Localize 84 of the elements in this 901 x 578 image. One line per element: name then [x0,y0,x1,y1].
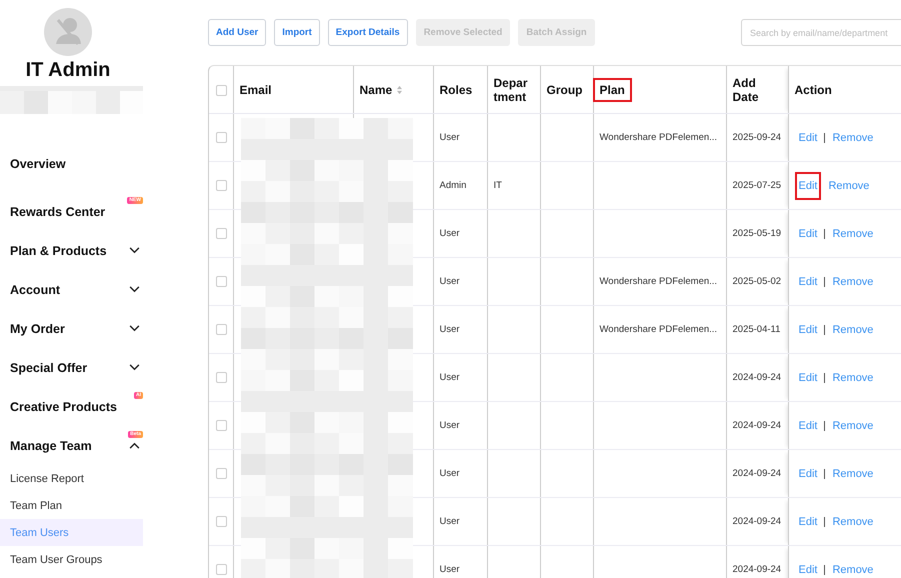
column-header: Roles [438,82,474,98]
toolbar-button[interactable]: Add User [208,19,266,46]
remove-link[interactable]: Remove [828,510,878,534]
sidebar-item[interactable]: Account [0,270,143,309]
remove-link[interactable]: Remove [828,126,878,150]
date-cell: 2024-09-24 [732,372,782,383]
select-all-checkbox[interactable] [216,84,227,96]
plan-cell: Wondershare PDFelemen... [600,276,718,287]
sidebar-subitem[interactable]: Team Users [0,519,143,546]
role-cell: User [440,132,460,143]
row-checkbox[interactable] [216,324,227,335]
row-checkbox[interactable] [216,228,227,239]
chevron-icon [129,286,140,293]
role-cell: User [440,564,460,575]
row-checkbox[interactable] [216,132,227,143]
department-cell: IT [494,180,502,191]
chevron-icon [129,247,140,254]
column-header: Name [352,78,410,102]
avatar-icon [44,8,92,56]
edit-link[interactable]: Edit [794,510,822,534]
role-cell: Admin [440,180,466,191]
column-header: Add Date [732,74,760,106]
date-cell: 2024-09-24 [732,516,782,527]
date-cell: 2025-05-19 [732,228,782,239]
edit-link[interactable]: Edit [794,366,822,390]
edit-link[interactable]: Edit [794,126,822,150]
remove-link[interactable]: Remove [828,558,878,578]
sidebar-subitem[interactable]: Team Plan [0,492,143,519]
row-checkbox[interactable] [216,564,227,575]
remove-link[interactable]: Remove [828,414,878,438]
date-cell: 2024-09-24 [732,468,782,479]
sidebar-item[interactable]: Plan & Products [0,231,143,270]
sidebar-item[interactable]: Special Offer [0,348,143,387]
remove-link[interactable]: Remove [828,318,878,342]
toolbar-button[interactable]: Import [274,19,320,46]
column-header: Group [546,82,584,98]
remove-link[interactable]: Remove [828,270,878,294]
row-checkbox[interactable] [216,372,227,383]
date-cell: 2024-09-24 [732,420,782,431]
role-cell: User [440,468,460,479]
role-cell: User [440,372,460,383]
row-checkbox[interactable] [216,276,227,287]
sidebar-subitem[interactable]: Team User Groups [0,546,143,573]
date-cell: 2025-07-25 [732,180,782,191]
sort-icon[interactable] [396,84,404,94]
remove-link[interactable]: Remove [828,222,878,246]
edit-link[interactable]: Edit [794,558,822,578]
date-cell: 2025-05-02 [732,276,782,287]
date-cell: 2025-09-24 [732,132,782,143]
toolbar-button[interactable]: Export Details [328,19,408,46]
sidebar-item[interactable]: Overview [0,144,143,183]
chevron-icon [129,325,140,332]
row-checkbox[interactable] [216,180,227,191]
edit-link[interactable]: Edit [794,270,822,294]
remove-link[interactable]: Remove [828,462,878,486]
row-checkbox[interactable] [216,420,227,431]
role-cell: User [440,228,460,239]
column-header: Depar tment [492,74,529,106]
role-cell: User [440,420,460,431]
role-cell: User [440,516,460,527]
column-header: Email [238,82,273,98]
remove-link[interactable]: Remove [824,174,874,198]
edit-link[interactable]: Edit [794,462,822,486]
edit-link[interactable]: Edit [794,414,822,438]
profile-name: IT Admin [24,59,112,82]
role-cell: User [440,276,460,287]
column-header: Action [794,82,833,98]
edit-link[interactable]: Edit [794,222,822,246]
row-checkbox[interactable] [216,516,227,527]
chevron-icon [129,364,140,371]
date-cell: 2024-09-24 [732,564,782,575]
role-cell: User [440,324,460,335]
row-checkbox[interactable] [216,468,227,479]
sidebar-subitem[interactable]: License Report [0,465,143,492]
column-header: Plan [592,78,632,102]
plan-cell: Wondershare PDFelemen... [600,132,718,143]
date-cell: 2025-04-11 [732,324,780,335]
edit-link[interactable]: Edit [794,318,822,342]
search-field[interactable]: Search by email/name/department [741,19,901,46]
plan-cell: Wondershare PDFelemen... [600,324,718,335]
chevron-icon [129,442,140,449]
edit-link[interactable]: Edit [794,172,822,200]
sidebar-item[interactable]: My Order [0,309,143,348]
remove-link[interactable]: Remove [828,366,878,390]
